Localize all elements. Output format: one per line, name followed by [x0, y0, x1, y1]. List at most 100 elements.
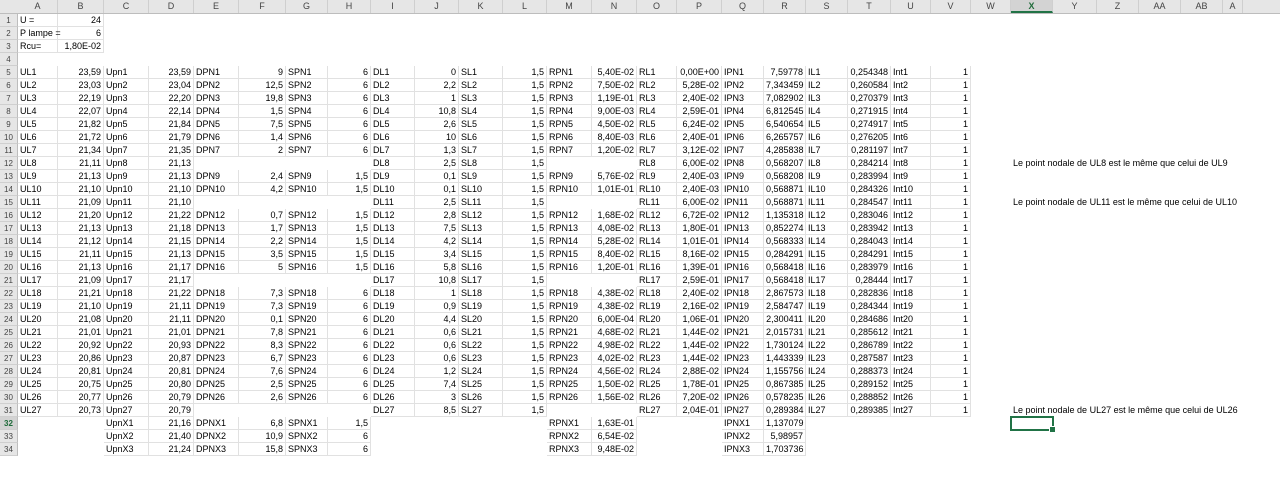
cell[interactable]: IL22 [806, 339, 848, 352]
row-header[interactable]: 14 [0, 183, 18, 196]
cell[interactable]: IL15 [806, 248, 848, 261]
cell[interactable]: 8,40E-03 [592, 131, 637, 144]
cell[interactable]: 1,5 [503, 183, 547, 196]
row-header[interactable]: 9 [0, 118, 18, 131]
cell[interactable]: UL12 [18, 209, 58, 222]
cell[interactable]: UL18 [18, 287, 58, 300]
cell[interactable]: 0,6 [415, 326, 459, 339]
cell[interactable]: 6 [328, 339, 371, 352]
cell[interactable]: RPN12 [547, 209, 592, 222]
cell[interactable]: DL20 [371, 313, 415, 326]
row-header[interactable]: 30 [0, 391, 18, 404]
cell[interactable]: 6,24E-02 [677, 118, 722, 131]
cell[interactable]: UL11 [18, 196, 58, 209]
cell[interactable]: DPN4 [194, 105, 239, 118]
cell[interactable]: DPN1 [194, 66, 239, 79]
row-header[interactable]: 32 [0, 417, 18, 430]
cell[interactable]: DPN25 [194, 378, 239, 391]
cell[interactable]: UL10 [18, 183, 58, 196]
column-header[interactable]: T [848, 0, 891, 13]
cell[interactable]: UL20 [18, 313, 58, 326]
cell[interactable]: 1 [931, 157, 971, 170]
cell[interactable]: SL11 [459, 196, 503, 209]
row-header[interactable]: 7 [0, 92, 18, 105]
cell[interactable]: IL16 [806, 261, 848, 274]
cell[interactable]: Upn21 [104, 326, 149, 339]
cell[interactable]: 21,11 [58, 157, 104, 170]
cell[interactable]: Rcu= [18, 40, 58, 53]
cell[interactable]: SPNX3 [286, 443, 328, 456]
cell[interactable]: SL16 [459, 261, 503, 274]
cell[interactable]: 2,59E-01 [677, 274, 722, 287]
cell[interactable]: 1 [931, 287, 971, 300]
cell[interactable]: SL14 [459, 235, 503, 248]
cell[interactable]: 1,703736 [764, 443, 806, 456]
cell[interactable]: 7,50E-02 [592, 79, 637, 92]
cell[interactable]: UL2 [18, 79, 58, 92]
cell[interactable]: 21,17 [149, 261, 194, 274]
cell[interactable]: IL18 [806, 287, 848, 300]
cell[interactable]: 15,8 [239, 443, 286, 456]
cell[interactable]: 5,8 [415, 261, 459, 274]
cell[interactable]: RL24 [637, 365, 677, 378]
cell[interactable]: SPNX2 [286, 430, 328, 443]
cell[interactable]: IPN16 [722, 261, 764, 274]
cell[interactable]: DPN22 [194, 339, 239, 352]
cell[interactable]: 6 [328, 391, 371, 404]
cell[interactable]: 7,082902 [764, 92, 806, 105]
cell[interactable]: RL13 [637, 222, 677, 235]
cell[interactable]: RPN3 [547, 92, 592, 105]
cell[interactable]: 1,5 [503, 313, 547, 326]
cell[interactable]: SL13 [459, 222, 503, 235]
cell[interactable]: SL23 [459, 352, 503, 365]
cell[interactable]: 0,578235 [764, 391, 806, 404]
cell[interactable]: UL22 [18, 339, 58, 352]
cell[interactable]: DL3 [371, 92, 415, 105]
cell[interactable]: 0,283942 [848, 222, 891, 235]
cell[interactable]: IPN21 [722, 326, 764, 339]
cell[interactable]: SPN10 [286, 183, 328, 196]
cell[interactable]: 5 [239, 261, 286, 274]
cell[interactable]: DPN19 [194, 300, 239, 313]
row-header[interactable]: 13 [0, 170, 18, 183]
cell[interactable]: DPN24 [194, 365, 239, 378]
column-header[interactable]: S [806, 0, 848, 13]
cell[interactable]: SPNX1 [286, 417, 328, 430]
cell[interactable]: DL1 [371, 66, 415, 79]
row-header[interactable]: 2 [0, 27, 18, 40]
cell[interactable]: SPN5 [286, 118, 328, 131]
cell[interactable]: 1 [931, 183, 971, 196]
cell[interactable]: RPN5 [547, 118, 592, 131]
cell[interactable]: 21,13 [149, 170, 194, 183]
cell[interactable]: UL23 [18, 352, 58, 365]
cell[interactable]: RPN4 [547, 105, 592, 118]
cell[interactable]: 20,87 [149, 352, 194, 365]
cell[interactable]: 1,5 [328, 222, 371, 235]
cell[interactable]: 21,22 [149, 287, 194, 300]
cell[interactable]: UL27 [18, 404, 58, 417]
cell[interactable]: IL8 [806, 157, 848, 170]
cell[interactable]: 2,40E-02 [677, 92, 722, 105]
column-header[interactable]: J [415, 0, 459, 13]
cell[interactable]: DL22 [371, 339, 415, 352]
cell[interactable]: 0,568871 [764, 196, 806, 209]
cell[interactable]: Int24 [891, 365, 931, 378]
cell[interactable]: UL26 [18, 391, 58, 404]
cell[interactable]: 0,284043 [848, 235, 891, 248]
cell[interactable]: 20,81 [58, 365, 104, 378]
cell[interactable]: 6,812545 [764, 105, 806, 118]
cell[interactable]: 1,44E-02 [677, 339, 722, 352]
cell[interactable]: 1,5 [503, 92, 547, 105]
cell[interactable]: 6 [328, 66, 371, 79]
cell[interactable]: 21,13 [149, 248, 194, 261]
cell[interactable]: 21,18 [149, 222, 194, 235]
row-header[interactable]: 26 [0, 339, 18, 352]
cell[interactable]: Upn11 [104, 196, 149, 209]
cell[interactable]: 6 [58, 27, 104, 40]
cell[interactable]: 1,5 [503, 157, 547, 170]
cell[interactable]: 2,88E-02 [677, 365, 722, 378]
cell[interactable]: DL13 [371, 222, 415, 235]
cell[interactable]: 4,50E-02 [592, 118, 637, 131]
cell[interactable]: 0,284291 [848, 248, 891, 261]
cell[interactable]: 6 [328, 326, 371, 339]
